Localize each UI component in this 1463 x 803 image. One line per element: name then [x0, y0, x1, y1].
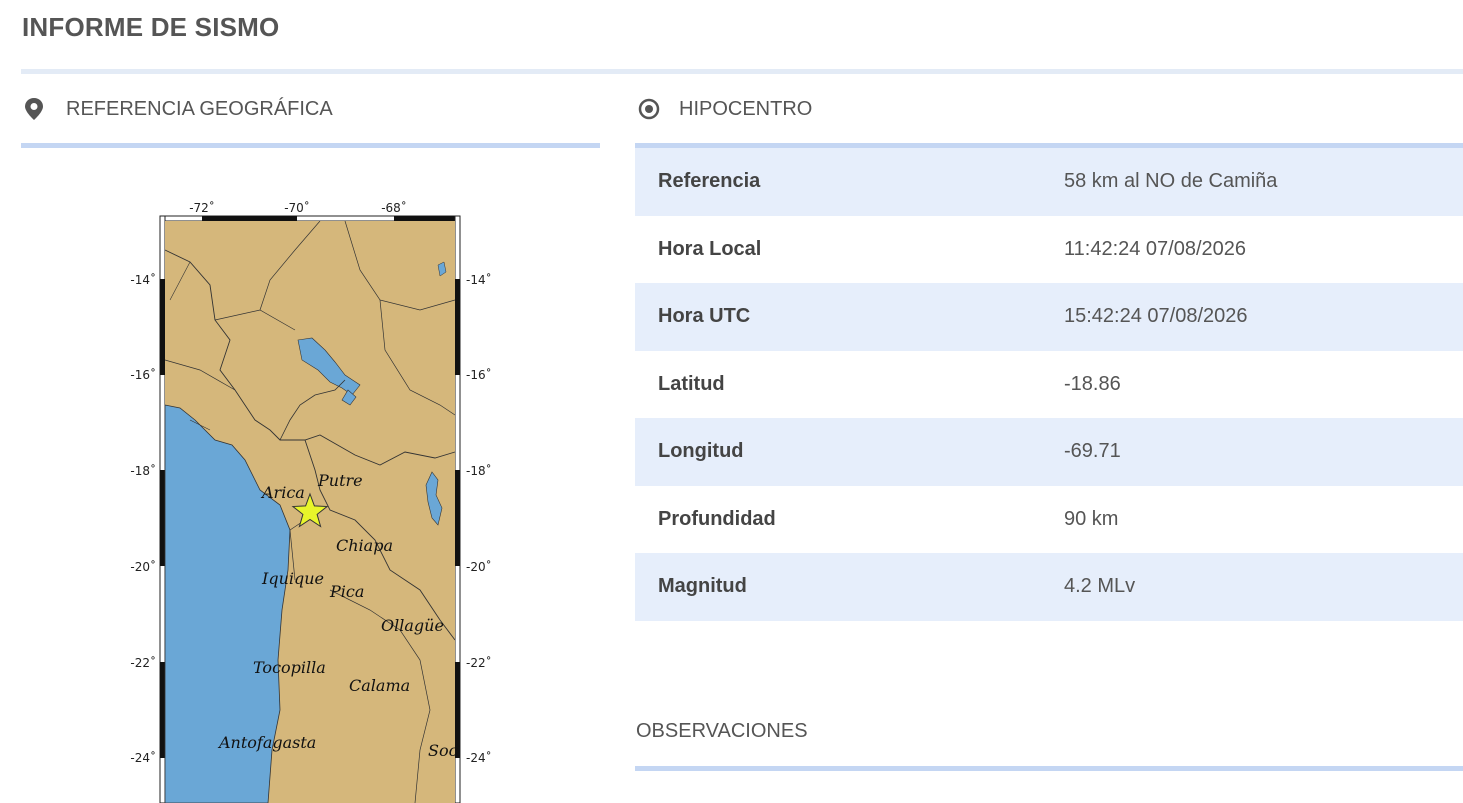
page-title: INFORME DE SISMO — [22, 12, 280, 42]
map-place-label: Calama — [349, 676, 410, 695]
map-place-label: Pica — [329, 582, 364, 601]
row-label: Longitud — [658, 440, 744, 463]
observations-title: OBSERVACIONES — [636, 720, 808, 742]
map-place-label: Chiapa — [336, 536, 393, 555]
map-lon-tick: -70˚ — [284, 200, 310, 215]
target-icon — [637, 97, 661, 121]
row-value: 58 km al NO de Camiña — [1064, 170, 1278, 193]
geo-section-title: REFERENCIA GEOGRÁFICA — [66, 97, 333, 120]
row-value: 4.2 MLv — [1064, 575, 1136, 598]
map-lat-tick: -18˚ — [466, 463, 492, 478]
observations-divider — [635, 766, 1463, 771]
row-label: Referencia — [658, 170, 761, 193]
title-divider — [21, 69, 1463, 74]
epicenter-map: -72˚ -70˚ -68˚ -14˚ -16˚ -18˚ -20˚ -22˚ … — [120, 190, 500, 803]
row-value: -69.71 — [1064, 440, 1121, 463]
map-lat-tick: -24˚ — [130, 750, 156, 765]
row-label: Latitud — [658, 372, 725, 395]
hypo-section-header: HIPOCENTRO — [637, 97, 812, 121]
map-lat-tick: -14˚ — [466, 272, 492, 287]
map-lat-tick: -18˚ — [130, 463, 156, 478]
map-lat-tick: -20˚ — [130, 559, 156, 574]
map-place-label: Putre — [317, 471, 363, 490]
map-lat-tick: -16˚ — [130, 367, 156, 382]
row-value: 15:42:24 07/08/2026 — [1064, 305, 1248, 328]
row-value: 90 km — [1064, 507, 1119, 530]
map-lat-tick: -24˚ — [466, 750, 492, 765]
map-place-label: Iquique — [261, 569, 324, 588]
table-row: Hora UTC 15:42:24 07/08/2026 — [635, 283, 1463, 351]
map-place-label: Arica — [260, 483, 305, 502]
table-row: Referencia 58 km al NO de Camiña — [635, 148, 1463, 216]
hypocenter-table: Referencia 58 km al NO de Camiña Hora Loc… — [635, 148, 1463, 621]
geo-section-header: REFERENCIA GEOGRÁFICA — [22, 97, 333, 121]
hypo-section-title: HIPOCENTRO — [679, 97, 813, 120]
row-label: Profundidad — [658, 507, 776, 530]
map-place-label: Soc — [428, 741, 458, 760]
table-row: Magnitud 4.2 MLv — [635, 553, 1463, 621]
map-lon-tick: -72˚ — [189, 200, 215, 215]
row-label: Hora UTC — [658, 305, 751, 328]
table-row: Hora Local 11:42:24 07/08/2026 — [635, 216, 1463, 284]
row-label: Magnitud — [658, 575, 747, 598]
map-place-label: Antofagasta — [217, 733, 316, 752]
map-place-label: Ollagüe — [381, 616, 444, 635]
row-value: 11:42:24 07/08/2026 — [1064, 237, 1247, 260]
map-lat-tick: -22˚ — [466, 655, 492, 670]
table-row: Profundidad 90 km — [635, 486, 1463, 554]
table-row: Longitud -69.71 — [635, 418, 1463, 486]
map-lat-tick: -22˚ — [130, 655, 156, 670]
row-value: -18.86 — [1064, 372, 1121, 395]
table-row: Latitud -18.86 — [635, 351, 1463, 419]
row-label: Hora Local — [658, 237, 762, 260]
map-lat-tick: -14˚ — [130, 272, 156, 287]
map-place-label: Tocopilla — [253, 658, 326, 677]
map-lon-tick: -68˚ — [381, 200, 407, 215]
geo-section-divider — [21, 143, 600, 148]
map-pin-icon — [22, 97, 46, 121]
map-lat-tick: -16˚ — [466, 367, 492, 382]
map-lat-tick: -20˚ — [466, 559, 492, 574]
